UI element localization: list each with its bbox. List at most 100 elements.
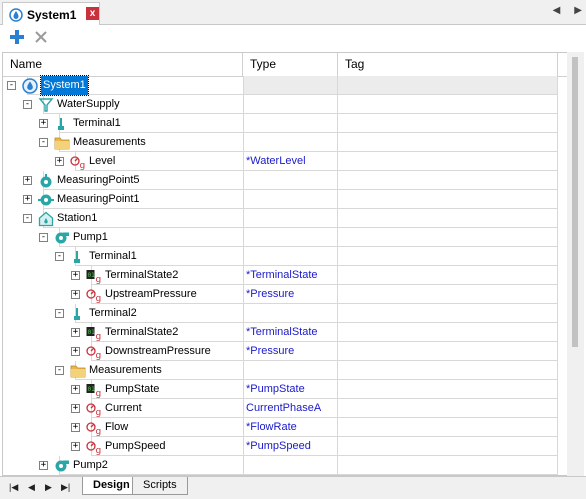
type-cell[interactable] bbox=[243, 247, 338, 266]
tree-row[interactable]: +01 g PumpState *PumpState bbox=[3, 380, 570, 399]
tag-cell[interactable] bbox=[338, 304, 558, 323]
expand-toggle-icon[interactable]: + bbox=[55, 157, 64, 166]
expand-toggle-icon[interactable]: + bbox=[71, 271, 80, 280]
collapse-toggle-icon[interactable]: - bbox=[7, 81, 16, 90]
expand-toggle-icon[interactable]: + bbox=[71, 347, 80, 356]
tag-cell[interactable] bbox=[338, 76, 558, 95]
next-sheet-icon[interactable]: ▶ bbox=[45, 482, 52, 493]
type-cell[interactable]: *WaterLevel bbox=[243, 152, 338, 171]
tag-cell[interactable] bbox=[338, 247, 558, 266]
tree-row[interactable]: - Terminal1 bbox=[3, 247, 570, 266]
expand-toggle-icon[interactable]: + bbox=[39, 461, 48, 470]
row-label[interactable]: Terminal1 bbox=[89, 247, 137, 266]
tag-cell[interactable] bbox=[338, 95, 558, 114]
type-cell[interactable] bbox=[243, 456, 338, 475]
expand-toggle-icon[interactable]: + bbox=[71, 385, 80, 394]
type-cell[interactable] bbox=[243, 304, 338, 323]
tag-cell[interactable] bbox=[338, 171, 558, 190]
tree-row[interactable]: - Station1 bbox=[3, 209, 570, 228]
row-label[interactable]: MeasuringPoint5 bbox=[57, 171, 140, 190]
scrollbar-thumb[interactable] bbox=[572, 57, 578, 347]
tree-row[interactable]: + g Flow *FlowRate bbox=[3, 418, 570, 437]
tree-row[interactable]: + Pump2 bbox=[3, 456, 570, 475]
type-cell[interactable] bbox=[243, 209, 338, 228]
type-cell[interactable] bbox=[243, 171, 338, 190]
type-cell[interactable] bbox=[243, 95, 338, 114]
tree-row[interactable]: + g DownstreamPressure *Pressure bbox=[3, 342, 570, 361]
row-label[interactable]: Pump2 bbox=[73, 456, 108, 475]
tree-row[interactable]: +01 g TerminalState2 *TerminalState bbox=[3, 323, 570, 342]
tree-row[interactable]: - Measurements bbox=[3, 361, 570, 380]
type-cell[interactable] bbox=[243, 361, 338, 380]
expand-toggle-icon[interactable]: + bbox=[71, 404, 80, 413]
tag-cell[interactable] bbox=[338, 190, 558, 209]
expand-toggle-icon[interactable]: + bbox=[71, 423, 80, 432]
expand-toggle-icon[interactable]: + bbox=[71, 442, 80, 451]
tag-cell[interactable] bbox=[338, 437, 558, 456]
type-cell[interactable]: *TerminalState bbox=[243, 266, 338, 285]
tree-row[interactable]: + Terminal1 bbox=[3, 114, 570, 133]
tag-cell[interactable] bbox=[338, 114, 558, 133]
type-cell[interactable] bbox=[243, 133, 338, 152]
tag-cell[interactable] bbox=[338, 361, 558, 380]
type-cell[interactable] bbox=[243, 228, 338, 247]
tag-cell[interactable] bbox=[338, 152, 558, 171]
vertical-scrollbar[interactable] bbox=[567, 52, 584, 476]
expand-toggle-icon[interactable]: + bbox=[71, 328, 80, 337]
type-cell[interactable]: *Pressure bbox=[243, 285, 338, 304]
row-label[interactable]: Current bbox=[105, 399, 142, 418]
prev-sheet-icon[interactable]: ◀ bbox=[28, 482, 35, 493]
expand-toggle-icon[interactable]: + bbox=[39, 119, 48, 128]
tag-cell[interactable] bbox=[338, 342, 558, 361]
type-cell[interactable] bbox=[243, 190, 338, 209]
tree-row[interactable]: + g UpstreamPressure *Pressure bbox=[3, 285, 570, 304]
tag-cell[interactable] bbox=[338, 399, 558, 418]
tab-scripts[interactable]: Scripts bbox=[132, 477, 188, 495]
type-cell[interactable]: *PumpSpeed bbox=[243, 437, 338, 456]
tag-cell[interactable] bbox=[338, 380, 558, 399]
row-label[interactable]: Measurements bbox=[73, 133, 146, 152]
row-label[interactable]: Terminal1 bbox=[73, 114, 121, 133]
tree-row[interactable]: +01 g TerminalState2 *TerminalState bbox=[3, 266, 570, 285]
tab-scroll-left-icon[interactable]: ◀ bbox=[553, 5, 561, 16]
row-label[interactable]: PumpState bbox=[105, 380, 159, 399]
row-label[interactable]: Flow bbox=[105, 418, 128, 437]
expand-toggle-icon[interactable]: + bbox=[23, 176, 32, 185]
type-cell[interactable]: CurrentPhaseA bbox=[243, 399, 338, 418]
tree-row[interactable]: + g PumpSpeed *PumpSpeed bbox=[3, 437, 570, 456]
x-icon[interactable] bbox=[33, 29, 49, 48]
tag-cell[interactable] bbox=[338, 266, 558, 285]
row-label[interactable]: MeasuringPoint1 bbox=[57, 190, 140, 209]
tree-row[interactable]: - System1 bbox=[3, 75, 570, 96]
first-sheet-icon[interactable]: |◀ bbox=[9, 482, 18, 493]
tag-cell[interactable] bbox=[338, 285, 558, 304]
expand-toggle-icon[interactable]: + bbox=[71, 290, 80, 299]
row-label[interactable]: DownstreamPressure bbox=[105, 342, 211, 361]
row-label[interactable]: Measurements bbox=[89, 361, 162, 380]
type-cell[interactable]: *PumpState bbox=[243, 380, 338, 399]
document-tab-system1[interactable]: System1 x bbox=[2, 2, 100, 25]
tree-row[interactable]: + g Current CurrentPhaseA bbox=[3, 399, 570, 418]
collapse-toggle-icon[interactable]: - bbox=[23, 100, 32, 109]
tag-cell[interactable] bbox=[338, 228, 558, 247]
last-sheet-icon[interactable]: ▶| bbox=[61, 482, 70, 493]
tag-cell[interactable] bbox=[338, 133, 558, 152]
row-label[interactable]: UpstreamPressure bbox=[105, 285, 197, 304]
expand-toggle-icon[interactable]: + bbox=[23, 195, 32, 204]
tree-row[interactable]: + MeasuringPoint5 bbox=[3, 171, 570, 190]
plus-icon[interactable] bbox=[9, 29, 25, 48]
type-cell[interactable]: *TerminalState bbox=[243, 323, 338, 342]
row-label[interactable]: Level bbox=[89, 152, 115, 171]
row-label[interactable]: System1 bbox=[40, 75, 89, 96]
close-tab-button[interactable]: x bbox=[86, 7, 99, 20]
collapse-toggle-icon[interactable]: - bbox=[55, 252, 64, 261]
row-label[interactable]: TerminalState2 bbox=[105, 266, 178, 285]
type-cell[interactable] bbox=[243, 76, 338, 95]
type-cell[interactable]: *FlowRate bbox=[243, 418, 338, 437]
tab-scroll-right-icon[interactable]: ▶ bbox=[574, 5, 582, 16]
collapse-toggle-icon[interactable]: - bbox=[39, 138, 48, 147]
tree-row[interactable]: + MeasuringPoint1 bbox=[3, 190, 570, 209]
tag-cell[interactable] bbox=[338, 418, 558, 437]
row-label[interactable]: TerminalState2 bbox=[105, 323, 178, 342]
row-label[interactable]: PumpSpeed bbox=[105, 437, 166, 456]
